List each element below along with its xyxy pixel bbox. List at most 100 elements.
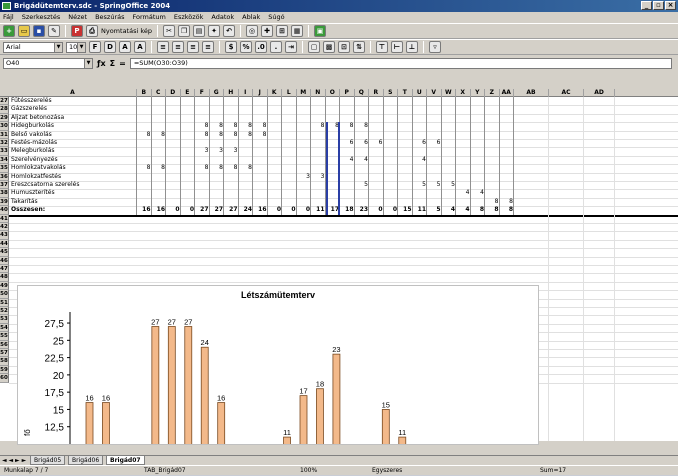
row-header-45[interactable]: 45 — [0, 248, 9, 257]
value-cell-B[interactable]: 8 — [137, 164, 152, 172]
font-name-select[interactable]: Arial ▼ — [3, 41, 63, 53]
value-cell-H[interactable]: 27 — [224, 206, 239, 214]
value-cell-F[interactable]: 8 — [195, 122, 210, 130]
value-cell-E[interactable]: 0 — [181, 206, 196, 214]
task-name-cell[interactable]: Szerelvényezés — [11, 156, 137, 164]
export-pdf-icon[interactable]: P — [71, 25, 83, 37]
task-name-cell[interactable]: Belső vakolás — [11, 131, 137, 139]
value-cell-N[interactable]: 8 — [311, 122, 326, 130]
column-header-AB[interactable]: AB — [514, 89, 549, 97]
value-cell-F[interactable]: 8 — [195, 164, 210, 172]
row-header-49[interactable]: 49 — [0, 281, 9, 291]
value-cell-V[interactable]: 6 — [427, 139, 442, 147]
value-cell-D[interactable]: 0 — [166, 206, 181, 214]
row-header-58[interactable]: 58 — [0, 357, 9, 366]
value-cell-U[interactable]: 11 — [413, 206, 428, 214]
value-cell-I[interactable]: 8 — [239, 122, 254, 130]
row-header-28[interactable]: 28 — [0, 105, 9, 114]
gallery-icon[interactable]: ✚ — [261, 25, 273, 37]
value-cell-G[interactable]: 3 — [210, 147, 225, 155]
value-cell-U[interactable]: 4 — [413, 156, 428, 164]
restore-button[interactable]: ▫ — [653, 1, 664, 10]
column-header-C[interactable]: C — [152, 89, 166, 97]
value-cell-I[interactable]: 8 — [239, 164, 254, 172]
value-cell-U[interactable]: 6 — [413, 139, 428, 147]
column-header-D[interactable]: D — [166, 89, 181, 97]
data-sources-icon[interactable]: ▣ — [314, 25, 326, 37]
value-cell-X[interactable]: 4 — [456, 189, 471, 197]
background-color-icon[interactable]: ▩ — [323, 41, 335, 53]
paste-icon[interactable]: ▤ — [193, 25, 205, 37]
sort-icon[interactable]: ⇅ — [353, 41, 365, 53]
percent-icon[interactable]: % — [240, 41, 252, 53]
value-cell-H[interactable]: 8 — [224, 122, 239, 130]
value-cell-H[interactable]: 3 — [224, 147, 239, 155]
value-cell-T[interactable]: 15 — [398, 206, 413, 214]
menu-item-5[interactable]: Eszközök — [173, 12, 205, 23]
value-cell-G[interactable]: 8 — [210, 164, 225, 172]
sheet-tab-Brigád06[interactable]: Brigád06 — [68, 456, 104, 465]
close-button[interactable]: × — [665, 1, 676, 10]
task-name-cell[interactable]: Festés-mázolás — [11, 139, 137, 147]
task-name-cell[interactable]: Homlokzatvakolás — [11, 164, 137, 172]
value-cell-P[interactable]: 8 — [340, 122, 355, 130]
value-cell-H[interactable]: 8 — [224, 164, 239, 172]
value-cell-J[interactable]: 16 — [253, 206, 268, 214]
task-name-cell[interactable]: Gázszerelés — [11, 105, 137, 113]
row-header-33[interactable]: 33 — [0, 147, 9, 156]
column-header-L[interactable]: L — [282, 89, 297, 97]
task-name-cell[interactable]: Takarítás — [11, 198, 137, 206]
row-header-48[interactable]: 48 — [0, 273, 9, 282]
value-cell-J[interactable]: 8 — [253, 122, 268, 130]
align-right-icon[interactable]: ≡ — [187, 41, 199, 53]
value-cell-Y[interactable]: 4 — [471, 189, 486, 197]
column-header-R[interactable]: R — [369, 89, 384, 97]
new-document-icon[interactable]: + — [3, 25, 15, 37]
row-header-42[interactable]: 42 — [0, 223, 9, 232]
value-cell-C[interactable]: 16 — [152, 206, 167, 214]
value-cell-I[interactable]: 8 — [239, 131, 254, 139]
value-cell-V[interactable]: 5 — [427, 181, 442, 189]
value-cell-Z[interactable]: 8 — [485, 198, 500, 206]
column-header-H[interactable]: H — [224, 89, 239, 97]
formula-input[interactable]: =SUM(O30:O39) — [129, 57, 672, 69]
value-cell-G[interactable]: 8 — [210, 122, 225, 130]
align-center-icon[interactable]: ≡ — [172, 41, 184, 53]
align-left-icon[interactable]: ≡ — [157, 41, 169, 53]
value-cell-L[interactable]: 0 — [282, 206, 297, 214]
row-header-55[interactable]: 55 — [0, 332, 9, 341]
menu-item-0[interactable]: Fájl — [2, 12, 15, 23]
column-header-I[interactable]: I — [239, 89, 253, 97]
row-header-27[interactable]: 27 — [0, 97, 9, 106]
row-header-35[interactable]: 35 — [0, 164, 9, 173]
value-cell-Q[interactable]: 23 — [355, 206, 370, 214]
value-cell-C[interactable]: 8 — [152, 164, 167, 172]
underline-icon[interactable]: A — [119, 41, 131, 53]
insert-rows-icon[interactable]: ⊤ — [376, 41, 388, 53]
chart-insert-icon[interactable]: ▦ — [291, 25, 303, 37]
row-header-51[interactable]: 51 — [0, 298, 9, 307]
value-cell-W[interactable]: 5 — [442, 181, 457, 189]
cut-icon[interactable]: ✂ — [163, 25, 175, 37]
value-cell-P[interactable]: 6 — [340, 139, 355, 147]
menu-item-7[interactable]: Ablak — [241, 12, 261, 23]
minimize-button[interactable]: _ — [641, 1, 652, 10]
column-header-K[interactable]: K — [268, 89, 282, 97]
column-header-G[interactable]: G — [210, 89, 224, 97]
currency-icon[interactable]: $ — [225, 41, 237, 53]
insert-cols-icon[interactable]: ⊢ — [391, 41, 403, 53]
value-cell-X[interactable]: 4 — [456, 206, 471, 214]
row-header-29[interactable]: 29 — [0, 113, 9, 123]
navigator-icon[interactable]: ◎ — [246, 25, 258, 37]
value-cell-U[interactable]: 5 — [413, 181, 428, 189]
column-header-M[interactable]: M — [297, 89, 311, 97]
menu-item-3[interactable]: Beszúrás — [94, 12, 125, 23]
decimal-remove-icon[interactable]: . — [270, 41, 282, 53]
value-cell-Q[interactable]: 5 — [355, 181, 370, 189]
row-header-59[interactable]: 59 — [0, 365, 9, 375]
column-header-P[interactable]: P — [340, 89, 355, 97]
row-header-56[interactable]: 56 — [0, 340, 9, 349]
table-icon[interactable]: ⊞ — [276, 25, 288, 37]
column-header-Y[interactable]: Y — [471, 89, 485, 97]
menu-item-2[interactable]: Nézet — [67, 12, 88, 23]
